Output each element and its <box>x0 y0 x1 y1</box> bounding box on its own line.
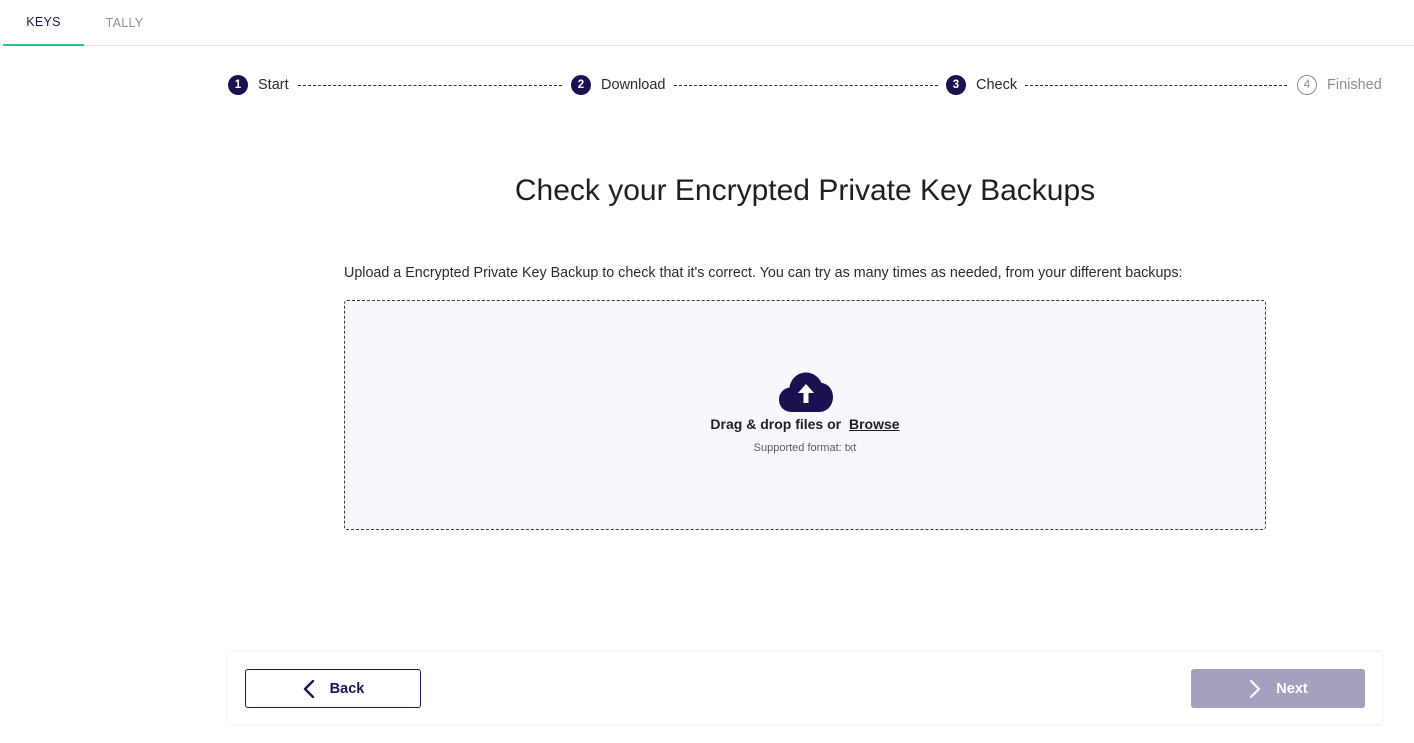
progress-stepper: 1 Start 2 Download 3 Check 4 Finished <box>228 75 1382 95</box>
step-label: Finished <box>1327 77 1382 93</box>
dropzone-prompt: Drag & drop files or Browse <box>345 416 1265 432</box>
tab-tally[interactable]: TALLY <box>84 0 165 46</box>
tab-keys-label: KEYS <box>26 15 61 29</box>
step-label: Check <box>976 77 1018 93</box>
step-label: Start <box>258 77 289 93</box>
chevron-left-icon <box>302 679 316 698</box>
tab-tally-label: TALLY <box>105 16 144 30</box>
tab-bar: KEYS TALLY <box>0 0 1414 46</box>
back-button[interactable]: Back <box>245 669 421 708</box>
step-number-badge: 2 <box>571 75 591 95</box>
chevron-right-icon <box>1248 679 1262 698</box>
page-title: Check your Encrypted Private Key Backups <box>514 174 1096 207</box>
instructions-text: Upload a Encrypted Private Key Backup to… <box>344 265 1183 281</box>
step-connector <box>1025 85 1287 86</box>
step-number-badge: 1 <box>228 75 248 95</box>
cloud-upload-icon <box>779 372 833 412</box>
file-dropzone[interactable]: Drag & drop files or Browse Supported fo… <box>344 300 1266 530</box>
step-number-badge: 4 <box>1297 75 1317 95</box>
step-connector <box>298 85 562 86</box>
step-finished: 4 Finished <box>1297 75 1382 95</box>
step-connector <box>674 85 938 86</box>
step-start: 1 Start <box>228 75 289 95</box>
next-button[interactable]: Next <box>1191 669 1365 708</box>
browse-link[interactable]: Browse <box>849 416 900 432</box>
tab-keys[interactable]: KEYS <box>3 0 84 46</box>
step-download: 2 Download <box>571 75 666 95</box>
dropzone-prompt-text: Drag & drop files or <box>710 416 842 432</box>
step-number-badge: 3 <box>946 75 966 95</box>
next-button-label: Next <box>1276 680 1308 697</box>
step-check: 3 Check <box>946 75 1017 95</box>
wizard-footer: Back Next <box>228 652 1382 724</box>
supported-format-note: Supported format: txt <box>753 442 857 454</box>
step-label: Download <box>601 77 666 93</box>
back-button-label: Back <box>329 680 365 697</box>
